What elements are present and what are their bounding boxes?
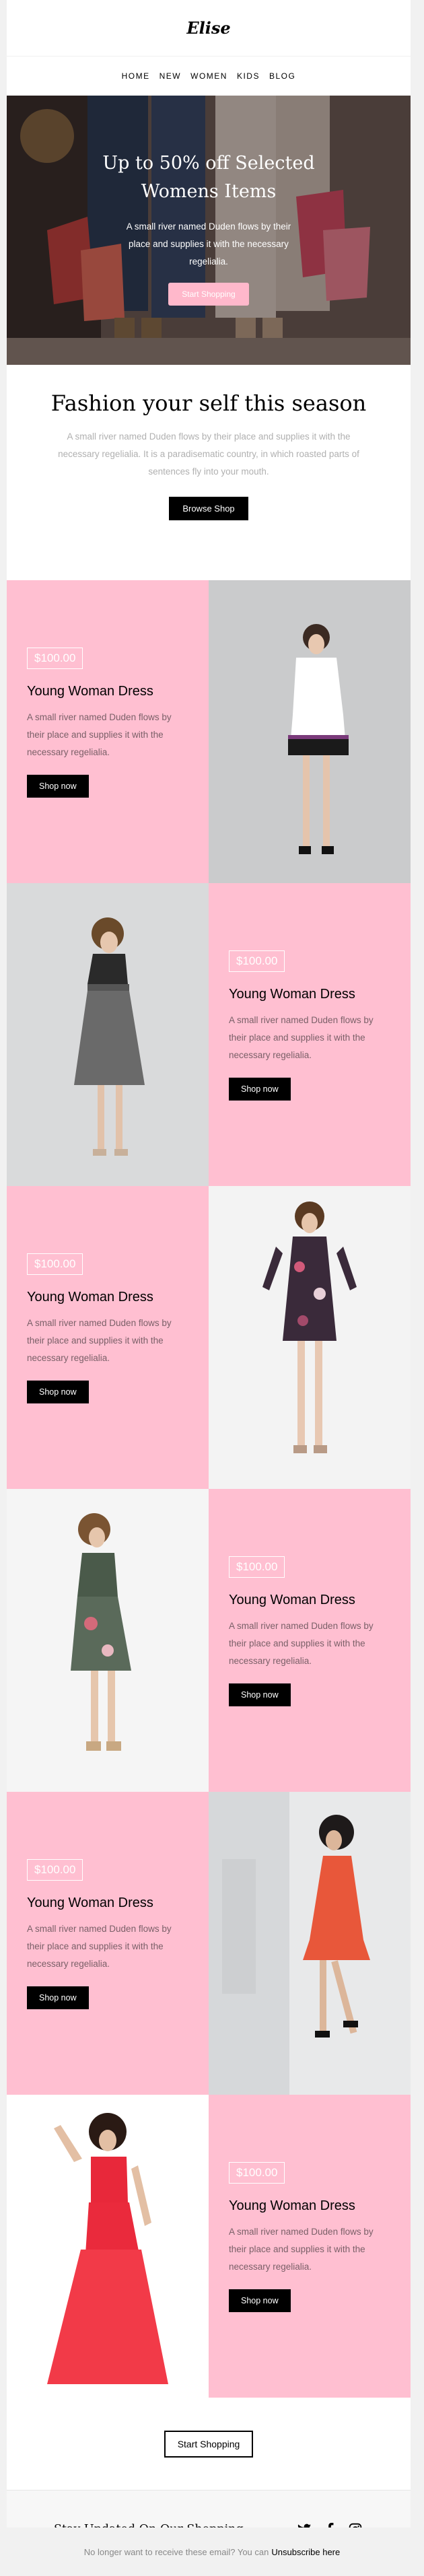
product-row: $100.00 Young Woman Dress A small river … (7, 2095, 411, 2398)
intro-text: A small river named Duden flows by their… (58, 431, 359, 477)
unsubscribe-link[interactable]: Unsubscribe here (271, 2547, 340, 2557)
product-row: $100.00 Young Woman Dress A small river … (7, 580, 411, 883)
product-desc: A small river named Duden flows by their… (229, 2227, 374, 2272)
shop-now-button[interactable]: Shop now (229, 1078, 291, 1101)
product-row: $100.00 Young Woman Dress A small river … (7, 1186, 411, 1489)
product-title: Young Woman Dress (229, 1593, 355, 1607)
product-desc: A small river named Duden flows by their… (229, 1015, 374, 1060)
price-tag: $100.00 (27, 1859, 83, 1881)
hero-title: Up to 50% off Selected Womens Items (102, 153, 315, 202)
price-tag: $100.00 (27, 648, 83, 669)
product-image[interactable] (7, 1489, 209, 1792)
product-info: $100.00 Young Woman Dress A small river … (7, 1186, 209, 1489)
intro-title: Fashion your self this season (50, 390, 367, 416)
bottom-cta: Start Shopping (7, 2398, 411, 2490)
price-tag: $100.00 (229, 1556, 285, 1578)
product-image[interactable] (7, 883, 209, 1186)
product-row: $100.00 Young Woman Dress A small river … (7, 1792, 411, 2095)
product-image[interactable] (209, 1792, 411, 2095)
bottom-start-shopping-button[interactable]: Start Shopping (164, 2430, 254, 2458)
hero-text: A small river named Duden flows by their… (126, 221, 291, 267)
nav-item-kids[interactable]: KIDS (237, 71, 260, 81)
nav-item-blog[interactable]: BLOG (269, 71, 295, 81)
product-desc: A small river named Duden flows by their… (229, 1621, 374, 1666)
hero-start-shopping-button[interactable]: Start Shopping (168, 283, 249, 306)
unsubscribe-text: No longer want to receive these email? Y… (83, 2546, 269, 2557)
product-row: $100.00 Young Woman Dress A small river … (7, 883, 411, 1186)
price-tag: $100.00 (27, 1253, 83, 1275)
header: Elise (7, 0, 411, 57)
shop-now-button[interactable]: Shop now (27, 1381, 89, 1403)
product-info: $100.00 Young Woman Dress A small river … (7, 580, 209, 883)
main-nav: HOME NEW WOMEN KIDS BLOG (7, 57, 411, 96)
hero-content: Up to 50% off Selected Womens Items A sm… (7, 149, 411, 306)
shop-now-button[interactable]: Shop now (27, 1986, 89, 2009)
product-info: $100.00 Young Woman Dress A small river … (209, 1489, 411, 1792)
browse-shop-button[interactable]: Browse Shop (169, 497, 248, 520)
unsubscribe-bar: No longer want to receive these email? Y… (0, 2528, 424, 2576)
shop-now-button[interactable]: Shop now (27, 775, 89, 798)
product-title: Young Woman Dress (27, 1290, 153, 1304)
product-desc: A small river named Duden flows by their… (27, 1318, 172, 1363)
product-title: Young Woman Dress (229, 987, 355, 1002)
product-image[interactable] (209, 580, 411, 883)
product-desc: A small river named Duden flows by their… (27, 712, 172, 757)
product-title: Young Woman Dress (229, 2198, 355, 2213)
nav-item-home[interactable]: HOME (122, 71, 150, 81)
page: Elise HOME NEW WOMEN KIDS BLOG Up to 50%… (0, 0, 424, 2576)
product-title: Young Woman Dress (27, 1895, 153, 1910)
logo[interactable]: Elise (186, 18, 230, 38)
product-row: $100.00 Young Woman Dress A small river … (7, 1489, 411, 1792)
product-info: $100.00 Young Woman Dress A small river … (209, 2095, 411, 2398)
price-tag: $100.00 (229, 950, 285, 972)
hero-banner: Up to 50% off Selected Womens Items A sm… (7, 96, 411, 365)
product-info: $100.00 Young Woman Dress A small river … (7, 1792, 209, 2095)
product-image[interactable] (209, 1186, 411, 1489)
shop-now-button[interactable]: Shop now (229, 2289, 291, 2312)
intro-section: Fashion your self this season A small ri… (7, 365, 411, 580)
email-container: Elise HOME NEW WOMEN KIDS BLOG Up to 50%… (7, 0, 411, 2569)
product-info: $100.00 Young Woman Dress A small river … (209, 883, 411, 1186)
nav-item-women[interactable]: WOMEN (190, 71, 227, 81)
product-image[interactable] (7, 2095, 209, 2398)
product-desc: A small river named Duden flows by their… (27, 1924, 172, 1969)
product-title: Young Woman Dress (27, 684, 153, 699)
nav-item-new[interactable]: NEW (160, 71, 182, 81)
price-tag: $100.00 (229, 2162, 285, 2184)
shop-now-button[interactable]: Shop now (229, 1683, 291, 1706)
